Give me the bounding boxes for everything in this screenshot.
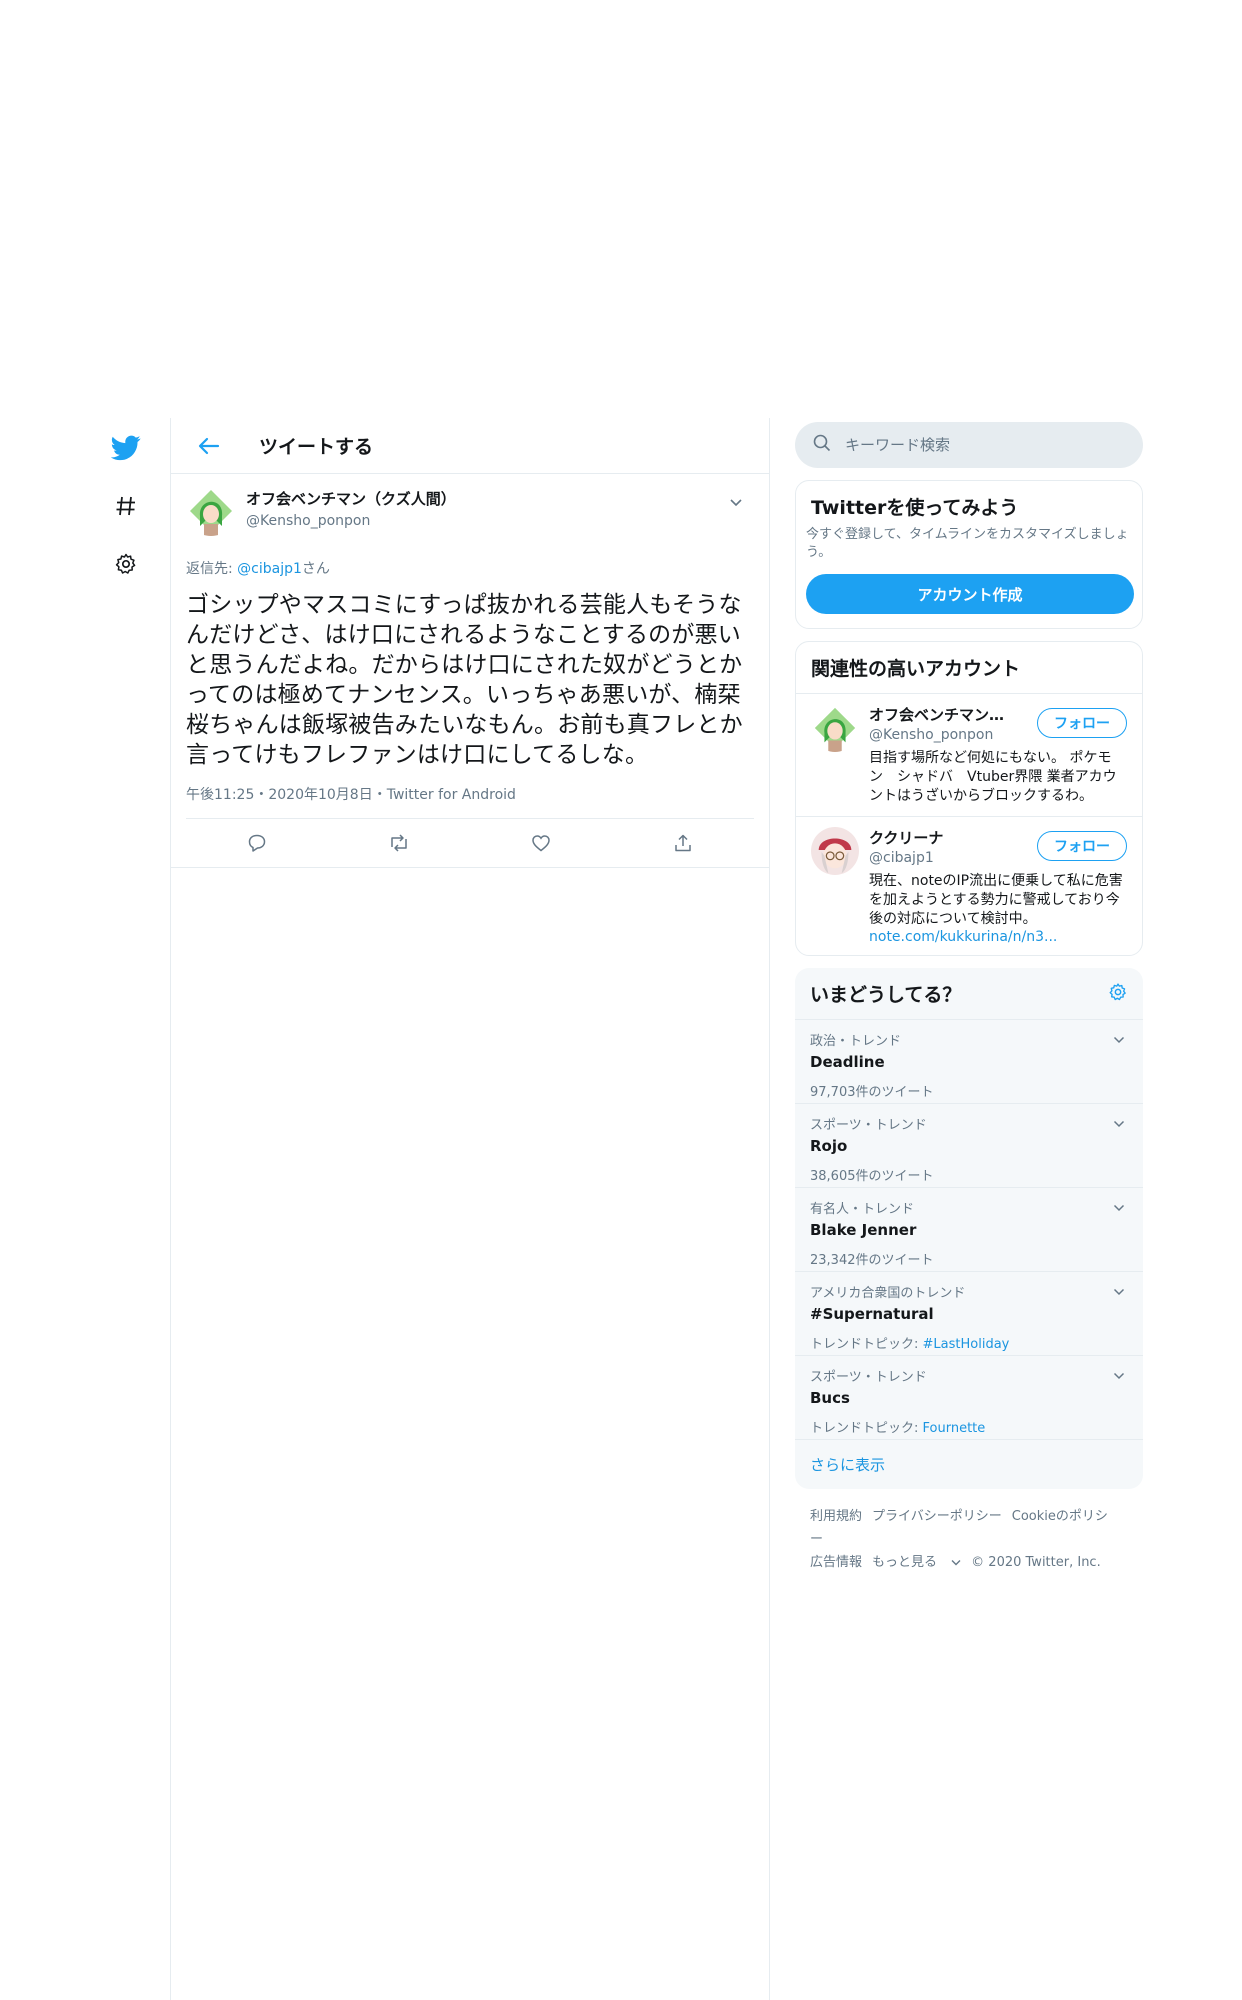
hashtag-icon[interactable]	[108, 488, 144, 524]
trend-meta: スポーツ・トレンド	[810, 1118, 927, 1133]
trend-topic: トレンドトピック: #LastHoliday	[810, 1333, 1128, 1352]
trend-topic-label: トレンドトピック:	[810, 1421, 923, 1436]
trend-meta: スポーツ・トレンド	[810, 1370, 927, 1385]
follow-button[interactable]: フォロー	[1037, 708, 1127, 738]
reply-suffix: さん	[301, 561, 330, 577]
chevron-down-icon[interactable]	[724, 490, 748, 514]
tweet-text: ゴシップやマスコミにすっぱ抜かれる芸能人もそうなんだけどさ、はけ口にされるような…	[186, 592, 743, 768]
footer-copyright: © 2020 Twitter, Inc.	[971, 1555, 1101, 1570]
trend-name: Deadline	[810, 1053, 885, 1071]
trend-item[interactable]: 有名人・トレンド Blake Jenner 23,342件のツイート	[795, 1188, 1143, 1272]
reply-handle-link[interactable]: @cibajp1	[237, 561, 302, 577]
reply-prefix: 返信先:	[186, 561, 238, 577]
trend-topic-link[interactable]: #LastHoliday	[923, 1337, 1010, 1352]
tweet-source[interactable]: Twitter for Android	[387, 787, 516, 803]
footer: 利用規約 プライバシーポリシー Cookieのポリシー 広告情報 もっと見る © 20…	[795, 1489, 1143, 1590]
tweet: オフ会ベンチマン（クズ人間） @Kensho_ponpon 返信先: @ciba…	[171, 474, 769, 868]
search-input[interactable]	[845, 436, 1105, 454]
retweet-icon[interactable]	[381, 825, 417, 861]
footer-ads-link[interactable]: 広告情報	[810, 1555, 862, 1570]
chevron-down-icon[interactable]	[1109, 1198, 1129, 1218]
footer-privacy-link[interactable]: プライバシーポリシー	[872, 1509, 1002, 1524]
trend-meta: アメリカ合衆国のトレンド	[810, 1286, 966, 1301]
reply-to: 返信先: @cibajp1さん	[186, 558, 754, 578]
trend-item[interactable]: スポーツ・トレンド Bucs トレンドトピック: Fournette	[795, 1356, 1143, 1440]
account-name[interactable]: ククリーナ	[869, 827, 1019, 848]
signup-card: Twitterを使ってみよう 今すぐ登録して、タイムラインをカスタマイズしましょ…	[795, 480, 1143, 629]
avatar[interactable]	[186, 486, 236, 536]
trend-topic-label: トレンドトピック:	[810, 1337, 923, 1352]
like-heart-icon[interactable]	[523, 825, 559, 861]
relevant-accounts-card: 関連性の高いアカウント オフ会ベンチマン（... @Kensho_ponpon …	[795, 641, 1143, 956]
account-name[interactable]: オフ会ベンチマン（...	[869, 704, 1019, 725]
relevant-accounts-title: 関連性の高いアカウント	[811, 658, 1021, 680]
avatar[interactable]	[811, 827, 859, 875]
search-icon	[813, 434, 831, 456]
author-handle[interactable]: @Kensho_ponpon	[246, 513, 456, 529]
footer-more-label: もっと見る	[872, 1555, 938, 1570]
chevron-down-icon[interactable]	[1109, 1282, 1129, 1302]
gear-icon[interactable]	[1108, 982, 1128, 1006]
page-title: ツイートする	[259, 436, 374, 458]
right-sidebar: Twitterを使ってみよう 今すぐ登録して、タイムラインをカスタマイズしましょ…	[795, 422, 1143, 1590]
back-arrow-icon[interactable]	[191, 428, 227, 464]
footer-terms-link[interactable]: 利用規約	[810, 1509, 862, 1524]
trend-name: #Supernatural	[810, 1305, 934, 1323]
trend-topic: トレンドトピック: Fournette	[810, 1417, 1128, 1436]
show-more-link[interactable]: さらに表示	[795, 1440, 1143, 1489]
chevron-down-icon[interactable]	[1109, 1366, 1129, 1386]
author-name[interactable]: オフ会ベンチマン（クズ人間）	[246, 488, 456, 509]
signup-title: Twitterを使ってみよう	[811, 497, 1019, 519]
search-box	[795, 422, 1143, 468]
trend-meta: 有名人・トレンド	[810, 1202, 915, 1217]
follow-button[interactable]: フォロー	[1037, 831, 1127, 861]
tweet-actions	[186, 819, 754, 867]
reply-icon[interactable]	[239, 825, 275, 861]
footer-more-link[interactable]: もっと見る	[872, 1555, 961, 1570]
share-icon[interactable]	[665, 825, 701, 861]
main-column: ツイートする オフ会ベンチマン（クズ人間） @Kensho_ponpon 返信先…	[170, 418, 770, 2000]
trends-title: いまどうしてる？	[810, 984, 962, 1006]
trend-item[interactable]: スポーツ・トレンド Rojo 38,605件のツイート	[795, 1104, 1143, 1188]
trend-count: 97,703件のツイート	[810, 1085, 934, 1100]
main-header: ツイートする	[171, 418, 769, 474]
trend-name: Bucs	[810, 1389, 850, 1407]
gear-icon[interactable]	[108, 546, 144, 582]
twitter-bird-icon[interactable]	[108, 430, 144, 466]
account-item[interactable]: オフ会ベンチマン（... @Kensho_ponpon 目指す場所など何処にもな…	[796, 693, 1142, 816]
meta-separator: ・	[254, 787, 269, 803]
trend-meta: 政治・トレンド	[810, 1034, 902, 1049]
create-account-button[interactable]: アカウント作成	[806, 574, 1134, 614]
chevron-down-icon[interactable]	[1109, 1114, 1129, 1134]
signup-description: 今すぐ登録して、タイムラインをカスタマイズしましょう。	[806, 527, 1129, 560]
trends-card: いまどうしてる？ 政治・トレンド Deadline 97,703件のツイート ス…	[795, 968, 1143, 1489]
trend-count: 38,605件のツイート	[810, 1169, 934, 1184]
account-bio: 目指す場所など何処にもない。 ポケモン シャドバ Vtuber界隈 業者アカウン…	[869, 750, 1117, 804]
left-nav	[108, 430, 148, 604]
tweet-meta: 午後11:25・2020年10月8日・Twitter for Android	[186, 784, 754, 819]
trend-name: Rojo	[810, 1137, 848, 1155]
meta-separator: ・	[372, 787, 387, 803]
avatar[interactable]	[811, 704, 859, 752]
chevron-down-icon[interactable]	[1109, 1030, 1129, 1050]
tweet-date[interactable]: 2020年10月8日	[268, 787, 372, 803]
trend-item[interactable]: アメリカ合衆国のトレンド #Supernatural トレンドトピック: #La…	[795, 1272, 1143, 1356]
account-item[interactable]: ククリーナ @cibajp1 現在、noteのIP流出に便乗して私に危害を加えよ…	[796, 816, 1142, 955]
trend-topic-link[interactable]: Fournette	[923, 1421, 986, 1436]
chevron-down-icon	[951, 1560, 961, 1566]
account-link[interactable]: note.com/kukkurina/n/n3...	[869, 929, 1125, 945]
tweet-time[interactable]: 午後11:25	[186, 787, 254, 803]
trend-item[interactable]: 政治・トレンド Deadline 97,703件のツイート	[795, 1020, 1143, 1104]
trend-count: 23,342件のツイート	[810, 1253, 934, 1268]
trend-name: Blake Jenner	[810, 1221, 917, 1239]
account-bio: 現在、noteのIP流出に便乗して私に危害を加えようとする勢力に警戒しており今後…	[869, 873, 1123, 927]
